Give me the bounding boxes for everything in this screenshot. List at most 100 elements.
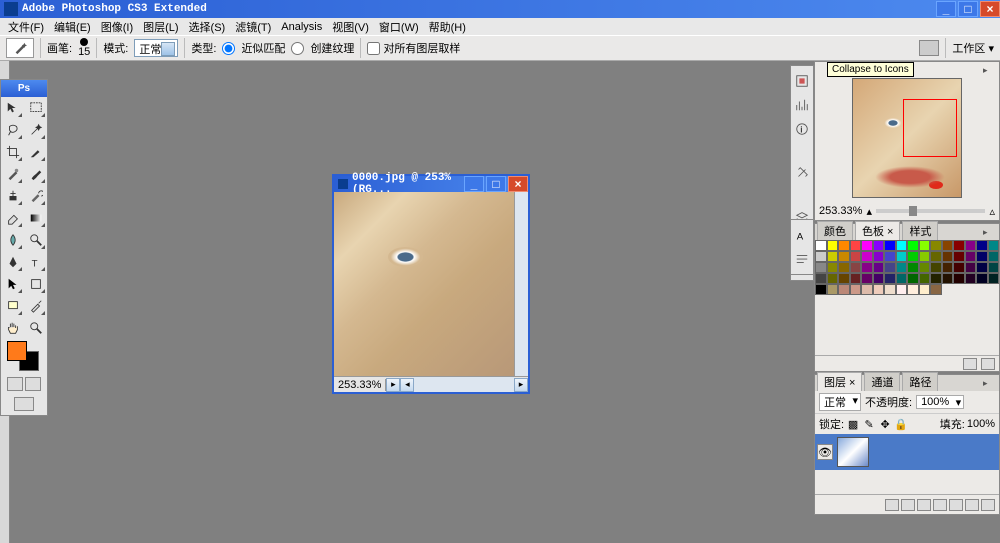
delete-layer-icon[interactable] (981, 499, 995, 511)
lock-position-icon[interactable]: ✥ (878, 417, 892, 431)
zoom-field[interactable]: 253.33% (334, 379, 386, 391)
menu-file[interactable]: 文件(F) (4, 18, 48, 36)
checkbox-sample-all-layers[interactable]: 对所有图层取样 (367, 40, 460, 56)
swatch[interactable] (850, 262, 862, 273)
menu-select[interactable]: 选择(S) (185, 18, 230, 36)
swatch[interactable] (930, 262, 942, 273)
close-button[interactable]: × (980, 1, 1000, 17)
swatch[interactable] (942, 262, 954, 273)
menu-layer[interactable]: 图层(L) (139, 18, 182, 36)
swatch[interactable] (965, 240, 977, 251)
swatch[interactable] (884, 284, 896, 295)
swatch[interactable] (907, 273, 919, 284)
tab-color[interactable]: 颜色 (817, 221, 853, 240)
eraser-tool[interactable] (1, 207, 24, 229)
swatch[interactable] (988, 240, 1000, 251)
swatch[interactable] (988, 251, 1000, 262)
swatch[interactable] (884, 273, 896, 284)
minimize-button[interactable]: _ (936, 1, 956, 17)
swatch[interactable] (850, 240, 862, 251)
brush-tool[interactable] (24, 163, 47, 185)
layer-style-icon[interactable] (901, 499, 915, 511)
zoom-tool[interactable] (24, 317, 47, 339)
notes-tool[interactable] (1, 295, 24, 317)
canvas[interactable] (334, 192, 514, 376)
opacity-field[interactable]: 100% (916, 395, 964, 409)
navigator-viewbox[interactable] (903, 99, 957, 157)
swatch[interactable] (896, 273, 908, 284)
swatch[interactable] (953, 273, 965, 284)
screen-mode-button[interactable] (14, 397, 34, 411)
swatch[interactable] (942, 240, 954, 251)
new-swatch-icon[interactable] (963, 358, 977, 370)
quickmask-mode-button[interactable] (25, 377, 41, 391)
vertical-scrollbar[interactable] (514, 192, 528, 376)
character-icon[interactable]: A (791, 224, 813, 246)
zoom-in-icon[interactable]: ▵ (989, 205, 995, 218)
info-icon[interactable]: ▸ (386, 378, 400, 392)
lock-all-icon[interactable]: 🔒 (894, 417, 908, 431)
lock-transparent-icon[interactable]: ▩ (846, 417, 860, 431)
swatch[interactable] (953, 240, 965, 251)
swatch[interactable] (827, 284, 839, 295)
swatch[interactable] (850, 251, 862, 262)
layer-blend-mode[interactable]: 正常 (819, 393, 861, 411)
swatch[interactable] (942, 251, 954, 262)
swatch[interactable] (815, 262, 827, 273)
lasso-tool[interactable] (1, 119, 24, 141)
tab-swatches[interactable]: 色板 × (855, 221, 900, 240)
magic-wand-tool[interactable] (24, 119, 47, 141)
swatch[interactable] (861, 273, 873, 284)
panel-menu-icon[interactable] (983, 64, 997, 76)
menu-view[interactable]: 视图(V) (328, 18, 373, 36)
panel-menu-icon[interactable] (983, 377, 997, 389)
swatch[interactable] (896, 240, 908, 251)
swatch[interactable] (873, 284, 885, 295)
swatch[interactable] (930, 251, 942, 262)
swatch[interactable] (815, 251, 827, 262)
info-icon[interactable]: i (791, 118, 813, 140)
horizontal-scrollbar[interactable] (414, 377, 514, 392)
swatch[interactable] (838, 273, 850, 284)
swatch[interactable] (976, 251, 988, 262)
swatch[interactable] (873, 262, 885, 273)
swatch[interactable] (988, 273, 1000, 284)
pen-tool[interactable] (1, 251, 24, 273)
layer-thumbnail[interactable] (837, 437, 869, 467)
visibility-toggle-icon[interactable]: 👁 (817, 444, 833, 460)
swatch[interactable] (873, 240, 885, 251)
link-layers-icon[interactable] (885, 499, 899, 511)
doc-minimize[interactable]: _ (464, 176, 484, 192)
swatch[interactable] (942, 273, 954, 284)
navigator-icon[interactable] (791, 70, 813, 92)
swatch[interactable] (861, 262, 873, 273)
menu-image[interactable]: 图像(I) (97, 18, 137, 36)
menu-window[interactable]: 窗口(W) (375, 18, 423, 36)
menu-help[interactable]: 帮助(H) (425, 18, 470, 36)
swatch[interactable] (838, 240, 850, 251)
navigator-thumbnail[interactable] (852, 78, 962, 198)
swatch[interactable] (884, 240, 896, 251)
dodge-tool[interactable] (24, 229, 47, 251)
standard-mode-button[interactable] (7, 377, 23, 391)
tab-channels[interactable]: 通道 (864, 372, 900, 391)
swatch[interactable] (838, 251, 850, 262)
toolbox-header[interactable]: Ps (1, 80, 47, 97)
swatch[interactable] (976, 240, 988, 251)
swatch[interactable] (976, 273, 988, 284)
gradient-tool[interactable] (24, 207, 47, 229)
swatch[interactable] (953, 251, 965, 262)
scroll-right[interactable]: ▸ (514, 378, 528, 392)
healing-brush-tool[interactable] (1, 163, 24, 185)
swatch[interactable] (861, 251, 873, 262)
swatch[interactable] (850, 273, 862, 284)
swatch[interactable] (827, 240, 839, 251)
fill-field[interactable]: 100% (967, 418, 995, 430)
workspace-menu[interactable]: 工作区 ▾ (952, 40, 994, 56)
swatch[interactable] (861, 240, 873, 251)
go-to-bridge-icon[interactable] (919, 40, 939, 56)
swatch[interactable] (884, 251, 896, 262)
swatch[interactable] (907, 240, 919, 251)
swatch[interactable] (896, 251, 908, 262)
swatch[interactable] (907, 284, 919, 295)
